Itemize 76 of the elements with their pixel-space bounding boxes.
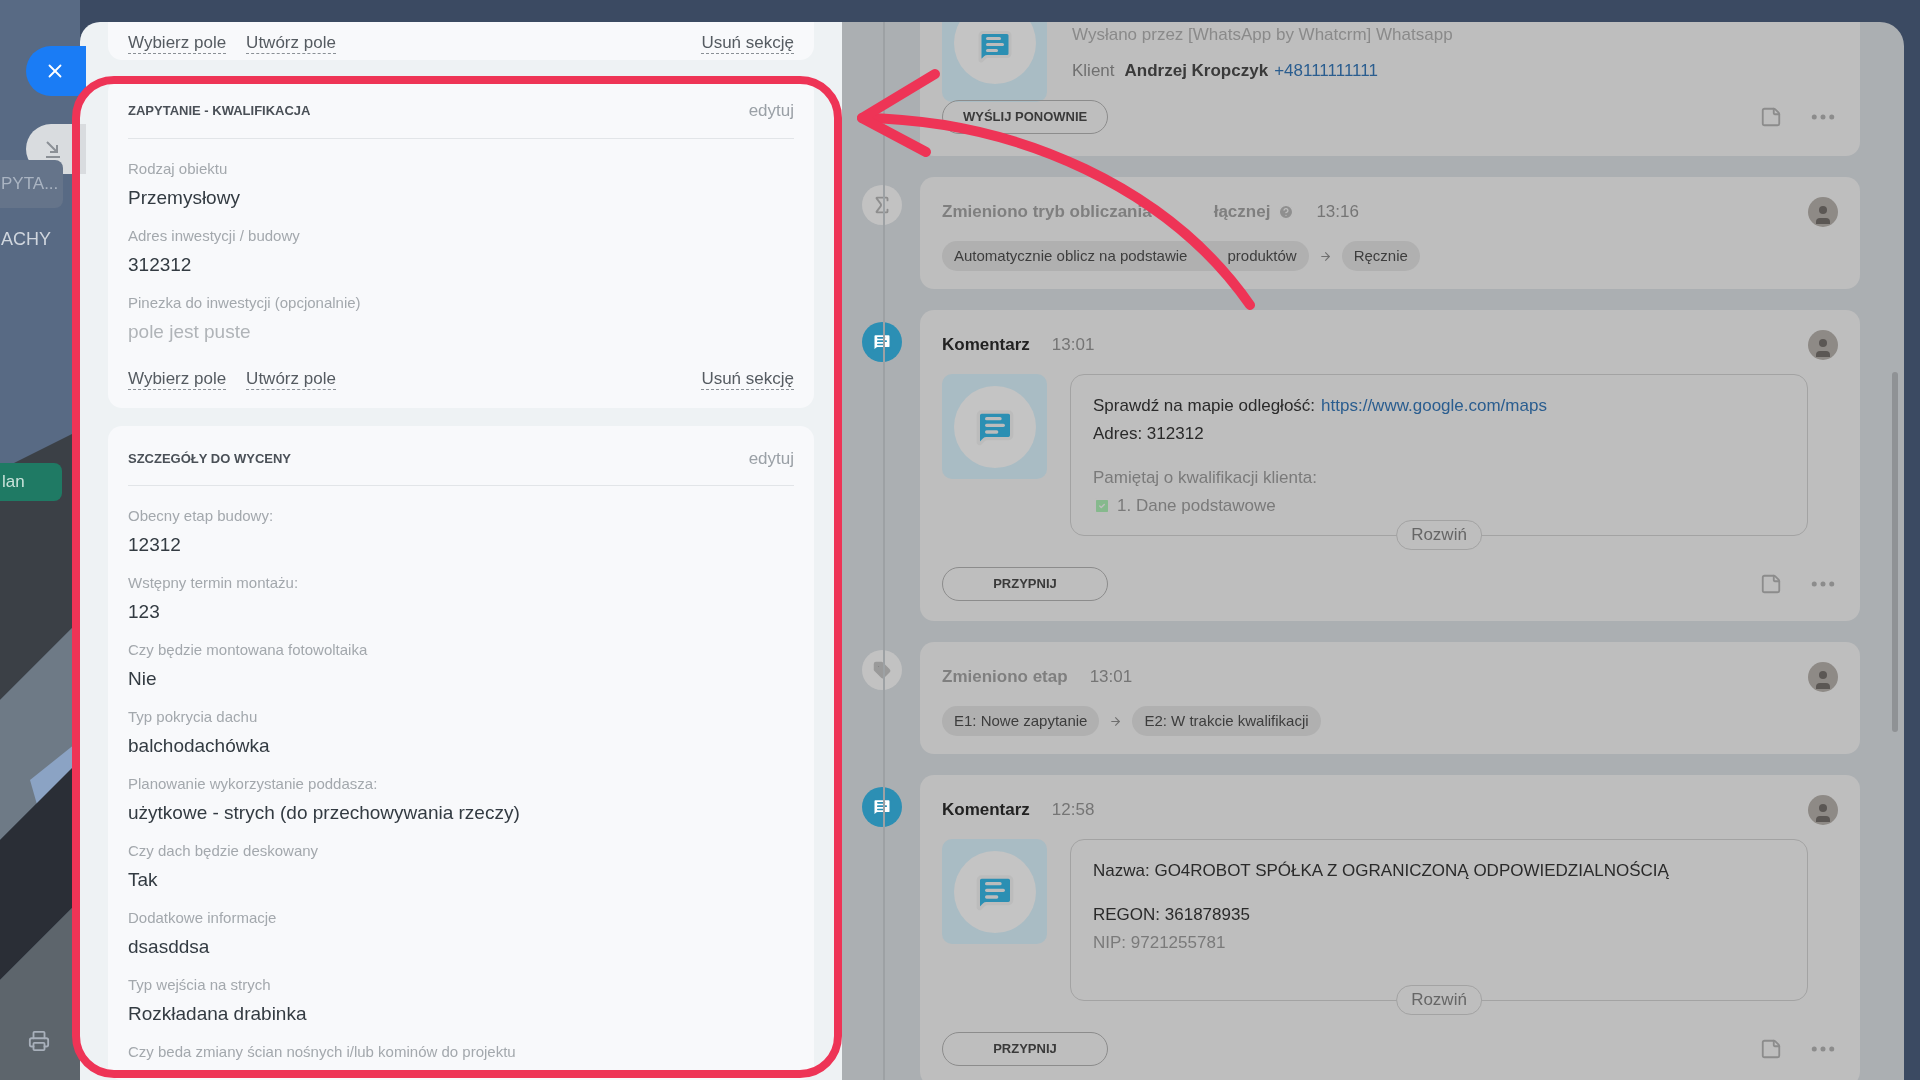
- arrow-icon: [1318, 249, 1332, 263]
- phone-link[interactable]: +48111111111: [1274, 58, 1378, 84]
- note-icon[interactable]: [1760, 573, 1782, 595]
- expand-button[interactable]: Rozwiń: [1396, 985, 1482, 1015]
- event-title: Zmieniono etap: [942, 666, 1068, 689]
- client-name: Andrzej Kropczyk: [1124, 60, 1269, 82]
- event-time: 13:01: [1051, 334, 1095, 357]
- client-label: Klient: [1072, 60, 1115, 82]
- comment-text: Nazwa: GO4ROBOT SPÓŁKA Z OGRANICZONĄ ODPOWIEDZIALNOŚCIĄ: [1093, 860, 1669, 882]
- avatar-icon: [1808, 662, 1838, 692]
- note-icon[interactable]: [1760, 106, 1782, 128]
- field-value: użytkowe - strych (do przechowywania rzeczy): [128, 801, 521, 825]
- event-title: Komentarz: [942, 334, 1030, 357]
- field-label: Typ wejścia na strych: [128, 975, 272, 995]
- event-time: 13:01: [1089, 666, 1133, 689]
- field-label: Obecny etap budowy:: [128, 506, 275, 526]
- printer-icon[interactable]: [28, 1030, 50, 1052]
- section-title: SZCZEGÓŁY DO WYCENY: [128, 449, 291, 468]
- note-icon[interactable]: [1760, 1038, 1782, 1060]
- delete-section-link[interactable]: Usuń sekcję: [701, 32, 794, 54]
- comment-text: Sprawdź na mapie odległość:: [1093, 395, 1316, 417]
- field-label: Czy beda zmiany ścian nośnych i/lub kominów do projektu: [128, 1042, 517, 1062]
- field-value: balchodachówka: [128, 734, 271, 758]
- stage-pill: E1: Nowe zapytanie: [942, 706, 1100, 736]
- comment-text: NIP: 9721255781: [1093, 932, 1226, 954]
- event-time: 13:16: [1316, 201, 1359, 224]
- arrow-icon: [1109, 714, 1123, 728]
- field-value: 12312: [128, 533, 182, 557]
- field-label: Wstępny termin montażu:: [128, 573, 300, 593]
- field-label: Planowanie wykorzystanie poddasza:: [128, 774, 379, 794]
- field-label: Czy dach będzie deskowany: [128, 841, 320, 861]
- plan-button[interactable]: lan: [0, 463, 62, 501]
- stage-pill: Ręcznie: [1341, 241, 1420, 271]
- help-icon[interactable]: [1278, 204, 1295, 220]
- url-link[interactable]: https://www.google.com/maps: [1321, 395, 1547, 417]
- field-label: Pinezka do inwestycji (opcjonalnie): [128, 292, 362, 313]
- close-button[interactable]: [26, 46, 86, 96]
- field-link[interactable]: Utwórz pole: [246, 32, 336, 54]
- stage-pill: E2: W trakcie kwalifikacji: [1132, 706, 1321, 736]
- delete-section-link[interactable]: Usuń sekcję: [701, 368, 794, 390]
- field-label: Typ pokrycia dachu: [128, 707, 259, 727]
- field-link[interactable]: Wybierz pole: [128, 368, 227, 390]
- field-value: 123: [128, 600, 161, 624]
- sigma-icon: [862, 185, 902, 225]
- comment-icon: [862, 322, 902, 362]
- field-value: 312312: [128, 252, 193, 277]
- avatar-icon: [1808, 795, 1838, 825]
- event-title: Zmieniono tryb obliczania: [942, 201, 1152, 224]
- field-label: Czy będzie montowana fotowoltaika: [128, 640, 369, 660]
- field-value: Nie: [128, 667, 158, 691]
- sidebar-label: ACHY: [1, 228, 51, 251]
- field-link[interactable]: Utwórz pole: [246, 368, 336, 390]
- event-time: 12:58: [1051, 799, 1095, 822]
- field-value: pole jest puste: [128, 319, 252, 344]
- field-link[interactable]: Wybierz pole: [128, 32, 227, 54]
- event-title: łącznej: [1213, 201, 1271, 224]
- field-label: Dodatkowe informacje: [128, 908, 278, 928]
- comment-text: Adres: 312312: [1093, 423, 1204, 445]
- field-value: Tak: [128, 868, 159, 892]
- scrollbar-thumb[interactable]: [1892, 372, 1898, 732]
- chat-bubble-icon: [976, 28, 1013, 64]
- comment-text: Pamiętaj o kwalifikacji klienta:: [1093, 467, 1317, 489]
- field-value: dsasddsa: [128, 935, 211, 959]
- expand-button[interactable]: Rozwiń: [1396, 520, 1482, 550]
- comment-text: 1. Dane podstawowe: [1117, 495, 1276, 517]
- field-value: Rozkładana drabinka: [128, 1002, 308, 1026]
- field-label: Rodzaj obiektu: [128, 158, 229, 179]
- event-title: Komentarz: [942, 799, 1030, 822]
- stage-pill: Automatycznie oblicz na podstawie produktów: [942, 241, 1309, 271]
- avatar-icon: [1808, 197, 1838, 227]
- section-title: ZAPYTANIE - KWALIFIKACJA: [128, 102, 311, 120]
- avatar-icon: [1808, 330, 1838, 360]
- comment-text: REGON: 361878935: [1093, 904, 1250, 926]
- field-label: Adres inwestycji / budowy: [128, 225, 301, 246]
- field-value: Przemysłowy: [128, 185, 241, 210]
- comment-icon: [862, 787, 902, 827]
